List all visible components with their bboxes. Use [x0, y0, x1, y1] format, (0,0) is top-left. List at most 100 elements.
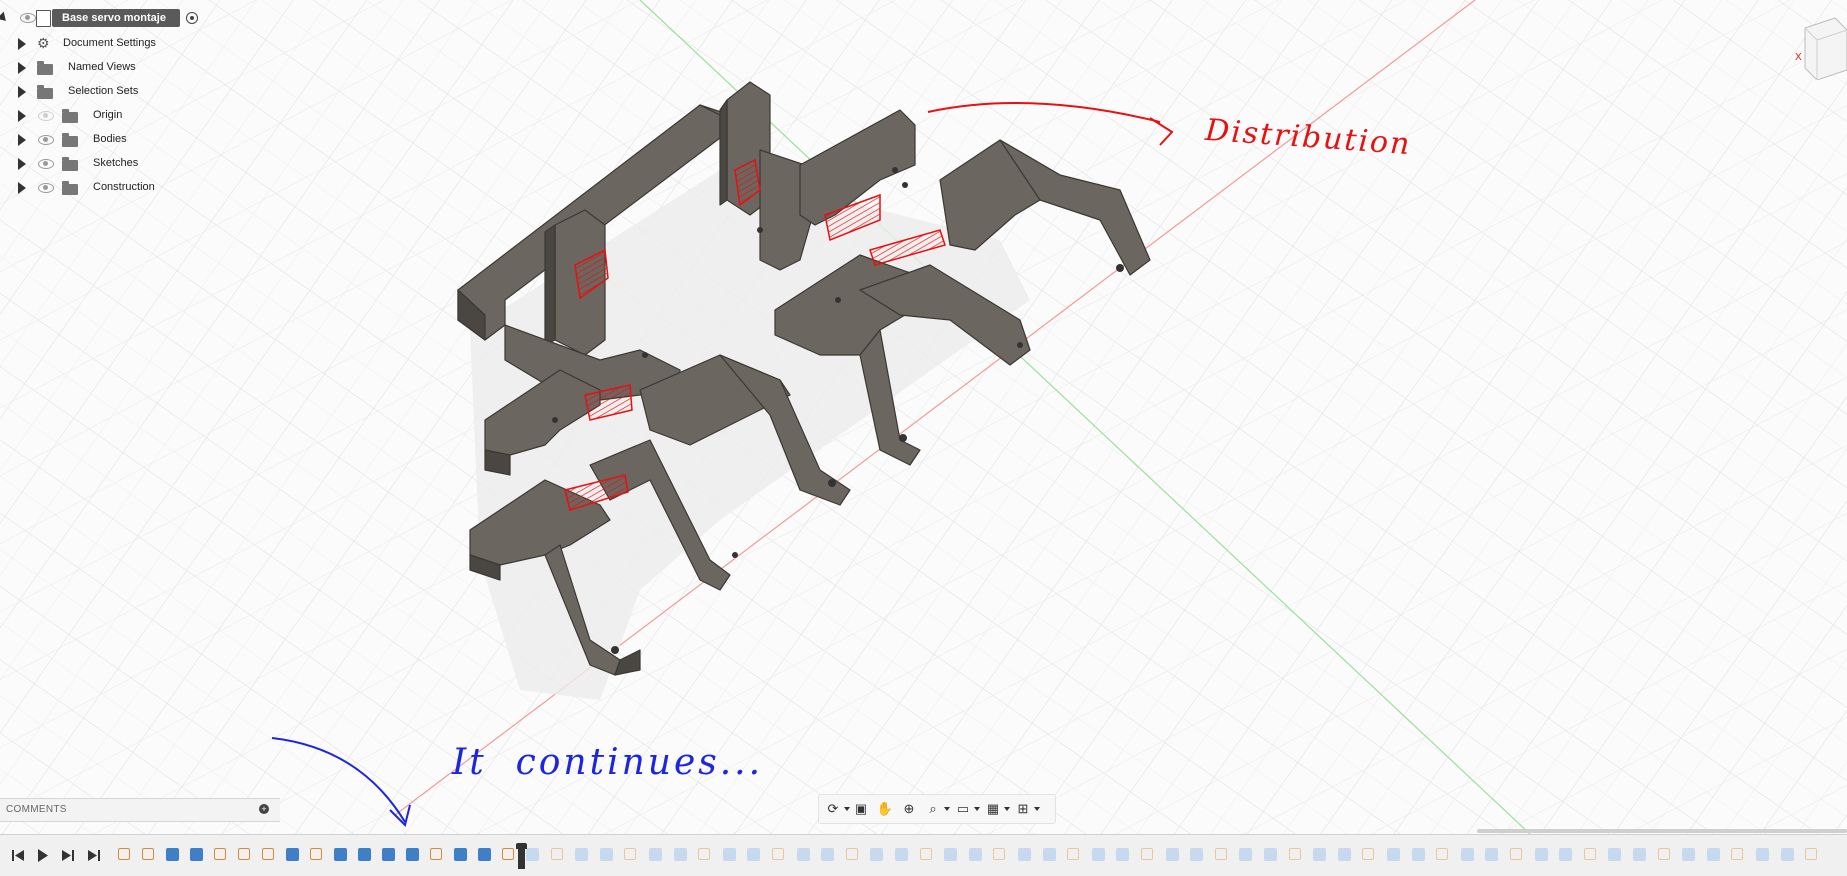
timeline-feature-icon[interactable]	[649, 848, 662, 861]
rewind-icon[interactable]	[12, 850, 24, 861]
browser-item-named-views[interactable]: Named Views	[0, 57, 170, 79]
expand-icon[interactable]	[18, 134, 26, 146]
look-at-icon[interactable]: ▣	[852, 799, 870, 819]
chevron-down-icon[interactable]	[1034, 807, 1040, 811]
timeline-feature-icon[interactable]	[238, 848, 250, 860]
step-forward-icon[interactable]	[62, 850, 74, 861]
timeline-feature-icon[interactable]	[870, 848, 884, 861]
timeline-feature-icon[interactable]	[262, 848, 274, 860]
expand-icon[interactable]	[18, 38, 26, 50]
timeline-feature-icon[interactable]	[1534, 848, 1548, 861]
timeline-feature-icon[interactable]	[673, 848, 687, 861]
timeline-feature-icon[interactable]	[1485, 848, 1499, 861]
timeline-feature-icon[interactable]	[796, 848, 810, 861]
fit-icon[interactable]: ⌕	[924, 799, 942, 819]
visibility-eye-icon[interactable]	[38, 111, 54, 121]
timeline-feature-icon[interactable]	[624, 848, 637, 860]
timeline-feature-icon[interactable]	[1264, 848, 1277, 861]
expand-icon[interactable]	[18, 158, 26, 170]
timeline-feature-icon[interactable]	[1633, 848, 1646, 861]
comments-panel[interactable]: COMMENTS +	[0, 798, 280, 822]
add-comment-button[interactable]: +	[259, 804, 269, 814]
timeline-feature-icon[interactable]	[334, 848, 347, 861]
timeline-feature-icon[interactable]	[1190, 848, 1204, 861]
chevron-down-icon[interactable]	[1004, 807, 1010, 811]
collapse-icon[interactable]	[0, 11, 10, 25]
timeline-feature-icon[interactable]	[214, 848, 226, 860]
timeline-feature-icon[interactable]	[1214, 848, 1227, 860]
timeline-feature-icon[interactable]	[698, 848, 711, 860]
chevron-down-icon[interactable]	[974, 807, 980, 811]
browser-item-selection-sets[interactable]: Selection Sets	[0, 81, 170, 103]
chevron-down-icon[interactable]	[944, 807, 950, 811]
timeline-feature-icon[interactable]	[1657, 848, 1670, 860]
visibility-eye-icon[interactable]	[38, 183, 54, 193]
timeline-feature-icon[interactable]	[1042, 848, 1056, 861]
timeline-feature-icon[interactable]	[430, 848, 442, 860]
timeline-feature-icon[interactable]	[1706, 848, 1720, 861]
timeline-feature-icon[interactable]	[747, 848, 761, 861]
expand-icon[interactable]	[18, 62, 26, 74]
timeline-feature-icon[interactable]	[1805, 848, 1818, 860]
browser-item-sketches[interactable]: Sketches	[0, 153, 170, 175]
expand-icon[interactable]	[18, 86, 26, 98]
timeline-feature-icon[interactable]	[821, 848, 835, 861]
timeline-feature-icon[interactable]	[406, 848, 419, 861]
timeline-feature-icon[interactable]	[1362, 848, 1375, 860]
timeline-feature-icon[interactable]	[1460, 848, 1474, 861]
timeline-feature-icon[interactable]	[550, 848, 563, 860]
timeline-feature-icon[interactable]	[1756, 848, 1769, 861]
timeline-feature-icon[interactable]	[1510, 848, 1522, 860]
chevron-down-icon[interactable]	[844, 807, 850, 811]
timeline-feature-icon[interactable]	[944, 848, 958, 861]
browser-item-document-settings[interactable]: ⚙ Document Settings	[0, 33, 170, 55]
timeline-feature-icon[interactable]	[1436, 848, 1449, 860]
visibility-eye-icon[interactable]	[20, 13, 36, 23]
timeline-feature-icon[interactable]	[166, 848, 179, 861]
timeline-feature-icon[interactable]	[722, 848, 736, 861]
timeline-feature-icon[interactable]	[1165, 848, 1179, 861]
browser-root-row[interactable]: Base servo montaje v18	[0, 9, 205, 42]
browser-item-bodies[interactable]: Bodies	[0, 129, 170, 151]
timeline-feature-icon[interactable]	[1682, 848, 1696, 861]
grid-settings-icon[interactable]: ▦	[984, 799, 1002, 819]
timeline-feature-icon[interactable]	[1239, 848, 1253, 861]
timeline-feature-icon[interactable]	[1337, 848, 1351, 861]
pan-icon[interactable]: ✋	[876, 799, 894, 819]
orbit-icon[interactable]: ⟳	[824, 799, 842, 819]
timeline-feature-icon[interactable]	[118, 848, 130, 860]
timeline-feature-icon[interactable]	[919, 848, 932, 860]
timeline-scrollbar[interactable]	[1477, 829, 1847, 833]
activate-radio-icon[interactable]	[186, 12, 198, 24]
timeline-feature-icon[interactable]	[526, 848, 539, 861]
timeline-feature-icon[interactable]	[1780, 848, 1794, 861]
timeline-feature-icon[interactable]	[1583, 848, 1596, 860]
timeline-feature-icon[interactable]	[895, 848, 908, 861]
timeline-feature-icon[interactable]	[1411, 848, 1425, 861]
timeline-feature-icon[interactable]	[1387, 848, 1400, 861]
timeline-feature-icon[interactable]	[1288, 848, 1301, 860]
timeline-feature-icon[interactable]	[1141, 848, 1153, 860]
timeline-feature-icon[interactable]	[845, 848, 858, 860]
visibility-eye-icon[interactable]	[38, 159, 54, 169]
view-cube[interactable]: X	[1795, 10, 1847, 81]
timeline-feature-icon[interactable]	[382, 848, 395, 861]
browser-item-construction[interactable]: Construction	[0, 177, 170, 199]
timeline-feature-icon[interactable]	[502, 848, 514, 860]
timeline-feature-icon[interactable]	[1608, 848, 1622, 861]
timeline-feature-icon[interactable]	[454, 848, 467, 861]
visibility-eye-icon[interactable]	[38, 135, 54, 145]
timeline-marker[interactable]	[516, 843, 527, 869]
timeline-feature-icon[interactable]	[1313, 848, 1327, 861]
expand-icon[interactable]	[18, 110, 26, 122]
viewports-icon[interactable]: ⊞	[1014, 799, 1032, 819]
expand-icon[interactable]	[18, 182, 26, 194]
timeline-feature-icon[interactable]	[190, 848, 203, 861]
timeline-feature-icon[interactable]	[1559, 848, 1573, 861]
timeline-feature-icon[interactable]	[575, 848, 589, 861]
display-settings-icon[interactable]: ▭	[954, 799, 972, 819]
timeline-feature-icon[interactable]	[1067, 848, 1080, 860]
timeline-feature-icon[interactable]	[1116, 848, 1130, 861]
timeline-feature-icon[interactable]	[599, 848, 613, 861]
timeline-feature-icon[interactable]	[772, 848, 784, 860]
